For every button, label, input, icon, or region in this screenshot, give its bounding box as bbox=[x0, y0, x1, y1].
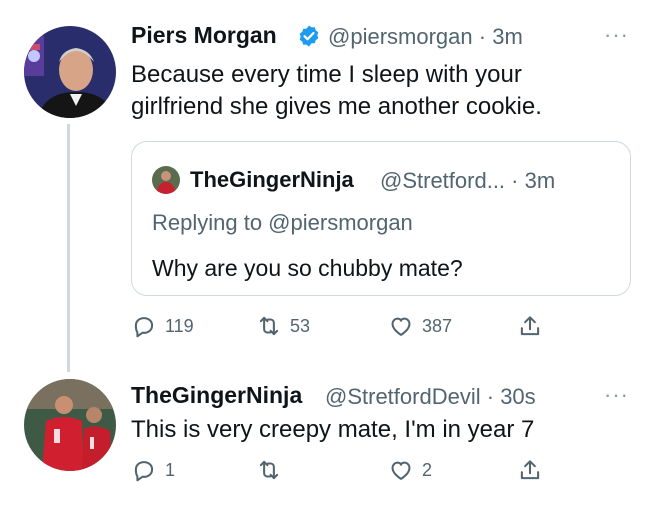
piers-morgan-avatar[interactable] bbox=[24, 26, 116, 118]
reply-icon bbox=[134, 461, 154, 482]
tweet-text-line: girlfriend she gives me another cookie. bbox=[131, 93, 542, 120]
tweet-meta: @piersmorgan · 3m bbox=[328, 24, 523, 50]
more-icon[interactable]: ··· bbox=[604, 22, 629, 48]
reply-button[interactable]: 119 bbox=[131, 313, 194, 339]
like-icon bbox=[391, 461, 411, 480]
reply-count: 1 bbox=[165, 459, 176, 480]
reply-button[interactable]: 1 bbox=[131, 457, 175, 483]
like-button[interactable]: 387 bbox=[388, 313, 452, 339]
retweet-button[interactable] bbox=[256, 457, 290, 483]
thread-connector-line bbox=[67, 124, 70, 372]
like-icon bbox=[391, 317, 411, 336]
author-handle[interactable]: @piersmorgan bbox=[328, 24, 473, 49]
meta-separator: · bbox=[478, 24, 487, 49]
retweet-icon bbox=[259, 316, 279, 336]
more-icon[interactable]: ··· bbox=[604, 382, 629, 408]
reply-count: 119 bbox=[165, 315, 194, 336]
tweet-meta: @StretfordDevil · 30s bbox=[325, 384, 536, 410]
author-handle[interactable]: @StretfordDevil bbox=[325, 384, 481, 409]
like-button[interactable]: 2 bbox=[388, 457, 432, 483]
share-button[interactable] bbox=[517, 313, 543, 339]
quoted-timestamp: 3m bbox=[524, 168, 556, 193]
retweet-icon bbox=[259, 460, 279, 480]
quoted-author-handle: @Stretford... bbox=[380, 168, 506, 193]
author-name[interactable]: TheGingerNinja bbox=[131, 382, 302, 409]
retweet-button[interactable]: 53 bbox=[256, 313, 310, 339]
tweet-text: This is very creepy mate, I'm in year 7 bbox=[131, 416, 535, 443]
quoted-tweet-text: Why are you so chubby mate? bbox=[152, 255, 463, 281]
share-icon bbox=[520, 460, 540, 480]
timestamp[interactable]: 3m bbox=[492, 24, 523, 49]
author-name[interactable]: Piers Morgan bbox=[131, 22, 277, 49]
verified-badge-icon bbox=[299, 25, 319, 47]
thegingerninja-avatar[interactable] bbox=[24, 379, 116, 471]
quoted-tweet-meta: @Stretford... · 3m bbox=[380, 168, 555, 194]
tweet-text: Because every time I sleep with your gir… bbox=[131, 59, 542, 123]
quoted-author-name: TheGingerNinja bbox=[190, 167, 354, 192]
share-button[interactable] bbox=[517, 457, 543, 483]
like-count: 387 bbox=[422, 315, 453, 336]
meta-separator: · bbox=[511, 168, 519, 193]
like-count: 2 bbox=[422, 459, 433, 480]
share-icon bbox=[520, 316, 540, 336]
quoted-author-avatar bbox=[152, 166, 180, 194]
tweet-text-line: Because every time I sleep with your bbox=[131, 61, 522, 88]
retweet-count: 53 bbox=[290, 315, 311, 336]
meta-separator: · bbox=[486, 384, 495, 409]
reply-icon bbox=[134, 317, 154, 338]
timestamp[interactable]: 30s bbox=[500, 384, 535, 409]
replying-to-label: Replying to @piersmorgan bbox=[152, 210, 413, 235]
